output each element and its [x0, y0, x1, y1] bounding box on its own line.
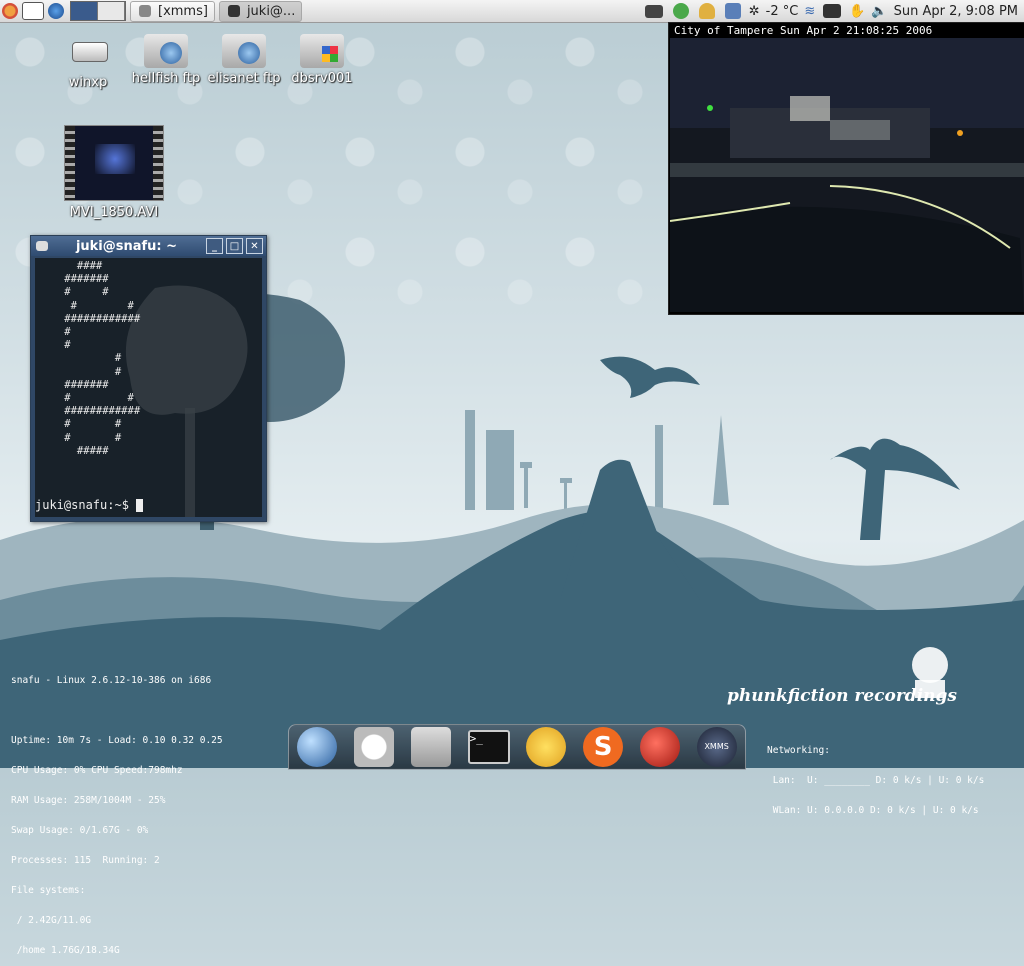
terminal-window-icon[interactable] — [36, 241, 48, 251]
icon-label: winxp — [68, 75, 108, 90]
dock: >_ S XMMS — [288, 724, 746, 770]
icon-label: elisanet ftp — [207, 71, 281, 86]
desktop-icon-video[interactable]: MVI_1850.AVI — [62, 125, 166, 220]
task-xmms[interactable]: [xmms] — [130, 0, 215, 22]
minimize-button[interactable]: _ — [206, 238, 223, 254]
maximize-button[interactable]: □ — [226, 238, 243, 254]
sysinfo-line: /home 1.76G/18.34G — [11, 945, 120, 956]
sysinfo-line: File systems: — [11, 885, 86, 896]
desktop-icon-elisanet-ftp[interactable]: elisanet ftp — [204, 28, 284, 86]
sysinfo-line: snafu - Linux 2.6.12-10-386 on i686 — [11, 675, 212, 686]
browser-launcher-icon[interactable] — [48, 3, 64, 19]
xmms-task-icon — [139, 5, 151, 17]
network-applet-icon[interactable] — [724, 3, 741, 19]
terminal-prompt: juki@snafu:~$ — [35, 498, 137, 512]
terminal-cursor — [136, 499, 144, 512]
sysinfo-monitor: snafu - Linux 2.6.12-10-386 on i686 Upti… — [11, 656, 223, 966]
drive-icon — [66, 32, 110, 72]
sysinfo-line: / 2.42G/11.0G — [11, 915, 92, 926]
workspace-1[interactable] — [71, 2, 98, 20]
task-terminal[interactable]: juki@... — [218, 0, 303, 22]
terminal-title: juki@snafu: ~ — [75, 238, 178, 254]
terminal-titlebar[interactable]: juki@snafu: ~ _ □ ✕ — [31, 236, 266, 256]
close-button[interactable]: ✕ — [246, 238, 263, 254]
update-notifier-icon[interactable] — [672, 3, 689, 19]
gaim-smiley-icon[interactable] — [526, 727, 567, 767]
terminal-prompt-line[interactable]: juki@snafu:~$ — [35, 498, 144, 512]
skype-icon[interactable]: S — [583, 727, 624, 767]
workspace-switcher[interactable] — [70, 1, 126, 21]
icon-label: dbsrv001 — [291, 71, 353, 86]
weather-icon[interactable]: ✲ — [749, 4, 760, 19]
xmms-icon[interactable]: XMMS — [696, 727, 737, 767]
mail-clock-icon[interactable] — [354, 727, 395, 767]
sysinfo-line: Uptime: 10m 7s - Load: 0.10 0.32 0.25 — [11, 735, 223, 746]
user-icon[interactable] — [698, 3, 715, 19]
video-file-icon — [64, 125, 164, 201]
panel-right: ✲ -2 °C ≋ ✋ 🔈 Sun Apr 2, 9:08 PM — [643, 0, 1024, 22]
workspace-2[interactable] — [98, 2, 125, 20]
network-line: Networking: — [767, 745, 830, 756]
terminal-ascii-art: #### ####### # # # # ############ # # # … — [64, 260, 141, 457]
webcam-widget[interactable]: City of Tampere Sun Apr 2 21:08:25 2006 — [668, 22, 1024, 315]
task-label: [xmms] — [158, 3, 208, 19]
network-line: WLan: U: 0.0.0.0 D: 0 k/s | U: 0 k/s — [767, 805, 979, 816]
desktop-icon-winxp[interactable]: winxp — [48, 32, 128, 90]
show-desktop-icon[interactable] — [22, 2, 44, 20]
network-folder-icon — [222, 28, 266, 68]
temperature[interactable]: -2 °C — [766, 4, 799, 19]
windows-share-folder-icon — [300, 28, 344, 68]
panel-left: [xmms] juki@... — [0, 0, 303, 22]
globe-browser-icon[interactable] — [297, 727, 338, 767]
ubuntu-menu-icon[interactable] — [2, 3, 18, 19]
terminal-window[interactable]: juki@snafu: ~ _ □ ✕ #### ####### # # # #… — [30, 235, 267, 522]
volume-icon[interactable]: 🔈 — [871, 4, 887, 19]
hand-icon[interactable]: ✋ — [849, 4, 865, 19]
wallpaper-logo: phunkfiction recordings — [727, 686, 957, 706]
xmms-label: XMMS — [704, 742, 729, 751]
terminal-icon[interactable]: >_ — [467, 730, 510, 764]
task-label: juki@... — [246, 3, 296, 19]
icon-label: hellfish ftp — [131, 71, 201, 86]
desktop-icon-dbsrv001[interactable]: dbsrv001 — [282, 28, 362, 86]
sysinfo-line: Swap Usage: 0/1.67G - 0% — [11, 825, 149, 836]
display-icon[interactable] — [823, 4, 842, 18]
network-line: Lan: U: ________ D: 0 k/s | U: 0 k/s — [767, 775, 985, 786]
wireless-icon[interactable]: ≋ — [804, 4, 815, 19]
desktop-icon-hellfish-ftp[interactable]: hellfish ftp — [126, 28, 206, 86]
camera-icon[interactable] — [644, 4, 663, 18]
network-folder-icon — [144, 28, 188, 68]
terminal-task-icon — [227, 5, 240, 17]
network-monitor: Networking: Lan: U: ________ D: 0 k/s | … — [767, 726, 984, 826]
sysinfo-line: RAM Usage: 258M/1004M - 25% — [11, 795, 166, 806]
webcam-image — [670, 38, 1024, 312]
icon-label: MVI_1850.AVI — [69, 205, 159, 220]
home-folder-icon[interactable] — [410, 727, 451, 767]
clock[interactable]: Sun Apr 2, 9:08 PM — [894, 4, 1018, 19]
sysinfo-line: Processes: 115 Running: 2 — [11, 855, 160, 866]
sysinfo-line — [11, 706, 223, 716]
apple-icon[interactable] — [639, 727, 680, 767]
terminal-body[interactable]: #### ####### # # # # ############ # # # … — [35, 258, 262, 517]
webcam-caption: City of Tampere Sun Apr 2 21:08:25 2006 — [674, 24, 933, 37]
top-panel: [xmms] juki@... ✲ -2 °C ≋ ✋ 🔈 Sun Apr 2,… — [0, 0, 1024, 23]
